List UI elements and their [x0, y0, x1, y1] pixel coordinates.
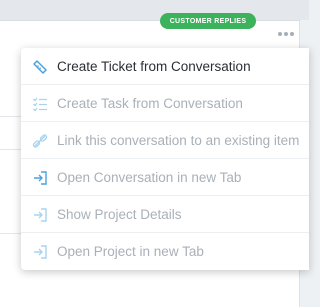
more-dot: [290, 32, 294, 36]
menu-item-open-project-tab[interactable]: Open Project in new Tab: [21, 233, 309, 270]
menu-item-link-conversation[interactable]: Link this conversation to an existing it…: [21, 122, 309, 159]
link-icon: [32, 134, 48, 148]
menu-item-label: Show Project Details: [57, 206, 182, 222]
status-badge: CUSTOMER REPLIES: [160, 13, 256, 29]
divider: [0, 149, 22, 150]
open-external-icon: [34, 245, 47, 259]
menu-item-label: Open Conversation in new Tab: [57, 169, 242, 185]
ticket-icon: [33, 60, 47, 74]
menu-item-label: Create Ticket from Conversation: [57, 58, 251, 74]
more-dot: [278, 32, 282, 36]
menu-item-create-task[interactable]: Create Task from Conversation: [21, 85, 309, 122]
menu-item-create-ticket[interactable]: Create Ticket from Conversation: [21, 48, 309, 85]
divider: [0, 116, 22, 117]
context-menu: Create Ticket from Conversation Create T…: [21, 48, 309, 270]
open-external-icon: [34, 208, 47, 222]
menu-item-show-project-details[interactable]: Show Project Details: [21, 196, 309, 233]
more-options-button[interactable]: [272, 26, 300, 42]
task-list-icon: [33, 97, 47, 112]
menu-item-open-conversation-tab[interactable]: Open Conversation in new Tab: [21, 159, 309, 196]
top-strip: [0, 0, 309, 20]
menu-item-label: Link this conversation to an existing it…: [57, 132, 300, 148]
divider: [0, 233, 22, 234]
open-external-icon: [34, 171, 47, 185]
menu-item-label: Create Task from Conversation: [57, 95, 243, 111]
more-dot: [284, 32, 288, 36]
menu-item-label: Open Project in new Tab: [57, 244, 204, 259]
